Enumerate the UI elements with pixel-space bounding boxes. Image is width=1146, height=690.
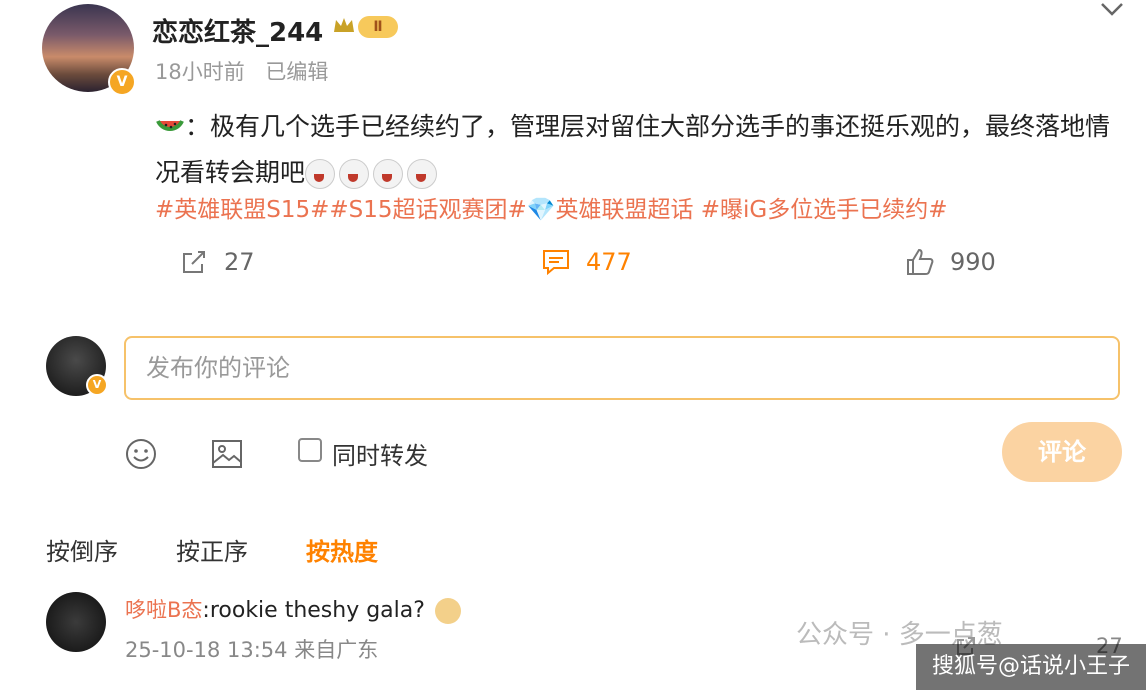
commenter-avatar[interactable] xyxy=(46,592,106,652)
sohu-watermark: 搜狐号@话说小王子 xyxy=(916,644,1146,690)
sort-hot-tab[interactable]: 按热度 xyxy=(306,532,378,567)
post-text: ：极有几个选手已经续约了，管理层对留住大部分选手的事还挺乐观的，最终落地情况看转… xyxy=(155,112,1111,187)
verified-badge-icon: V xyxy=(108,68,136,96)
repost-checkbox-label: 同时转发 xyxy=(332,442,428,470)
crying-emoji-icon xyxy=(305,159,336,189)
comment-input[interactable]: 发布你的评论 xyxy=(124,336,1120,400)
post-meta: 18小时前 已编辑 xyxy=(155,56,342,86)
submit-comment-button[interactable]: 评论 xyxy=(1002,422,1122,482)
comment-icon xyxy=(543,250,569,276)
crying-emoji-icon xyxy=(339,159,370,189)
repost-count: 27 xyxy=(224,248,255,276)
thumbs-up-icon xyxy=(907,248,934,275)
post-time: 18小时前 xyxy=(155,60,245,84)
repost-button[interactable]: 27 xyxy=(178,246,255,278)
commenter-name[interactable]: 哆啦B态 xyxy=(125,598,202,622)
chevron-down-icon[interactable] xyxy=(1098,0,1126,20)
emoji-group xyxy=(305,158,441,189)
comment-row: 哆啦B态:rookie theshy gala? xyxy=(125,594,461,624)
comment-text: :rookie theshy gala? xyxy=(202,598,425,623)
like-button[interactable]: 990 xyxy=(904,246,996,278)
crying-emoji-icon xyxy=(407,159,438,189)
crying-emoji-icon xyxy=(373,159,404,189)
post-body: ：极有几个选手已经续约了，管理层对留住大部分选手的事还挺乐观的，最终落地情况看转… xyxy=(155,104,1125,196)
image-upload-icon[interactable] xyxy=(210,437,244,471)
sort-forward-tab[interactable]: 按正序 xyxy=(176,532,248,567)
emoji-picker-icon[interactable] xyxy=(124,437,158,471)
like-count: 990 xyxy=(950,248,996,276)
crown-icon xyxy=(334,18,354,32)
comment-meta: 25-10-18 13:54 来自广东 xyxy=(125,638,379,662)
comment-count: 477 xyxy=(586,248,632,276)
repost-icon xyxy=(183,251,205,273)
sort-reverse-tab[interactable]: 按倒序 xyxy=(46,532,118,567)
repost-checkbox[interactable] xyxy=(298,438,322,462)
post-tags[interactable]: #英雄联盟S15##S15超话观赛团#💎英雄联盟超话 #曝iG多位选手已续约# xyxy=(155,190,948,224)
doge-emoji-icon xyxy=(434,598,461,624)
verified-badge-icon: V xyxy=(86,374,108,396)
author-name[interactable]: 恋恋红茶_244 xyxy=(152,12,323,49)
edited-label: 已编辑 xyxy=(265,60,329,84)
comment-button[interactable]: 477 xyxy=(540,246,632,278)
level-badge: Ⅱ xyxy=(358,16,398,38)
watermelon-icon xyxy=(156,120,184,131)
